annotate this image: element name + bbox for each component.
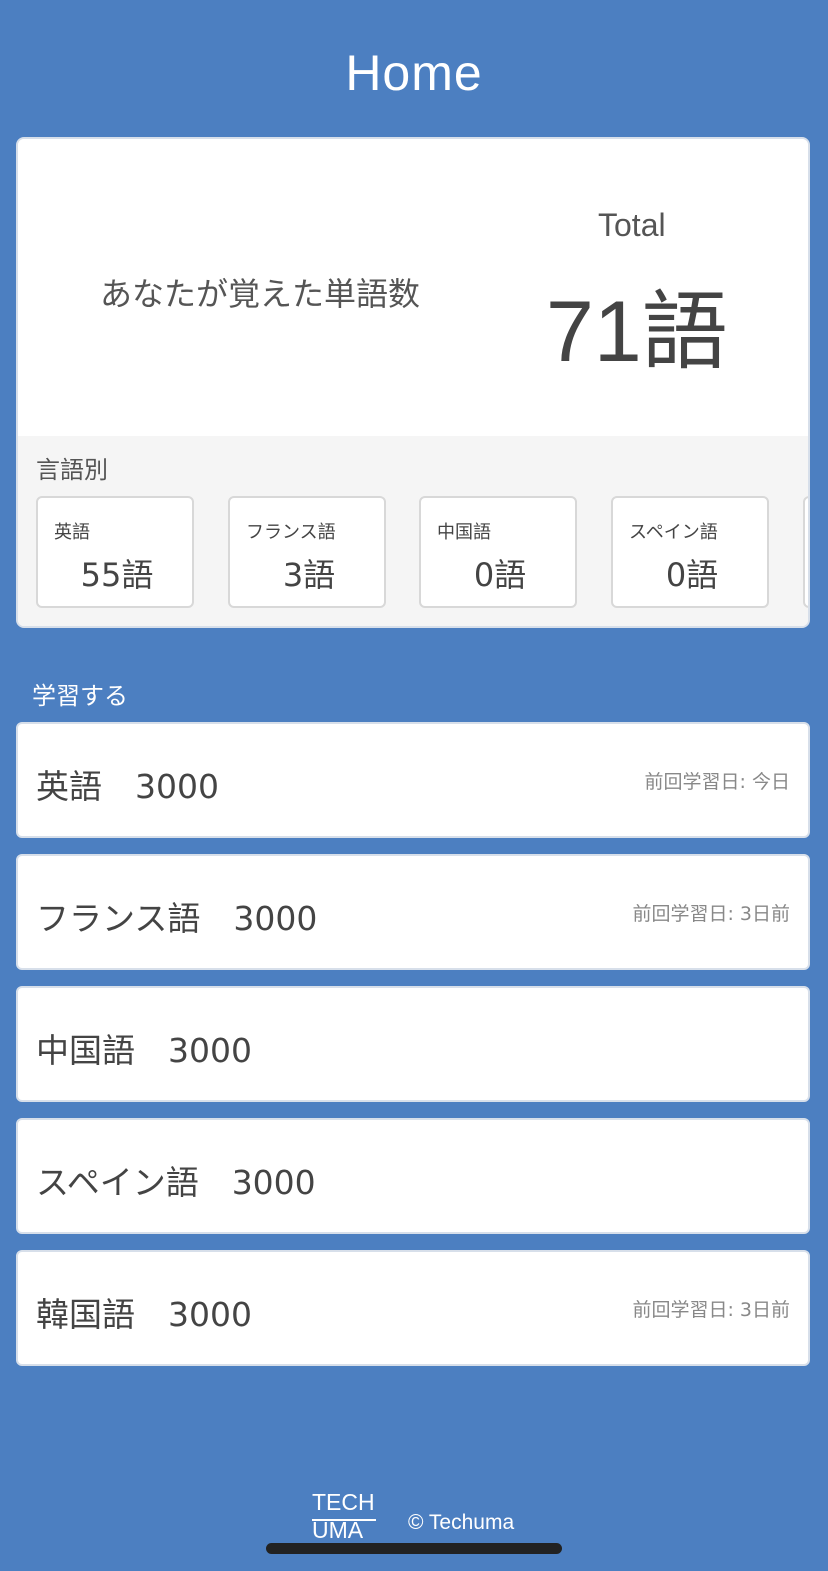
- course-row-korean[interactable]: 韓国語 3000 前回学習日: 3日前: [16, 1250, 810, 1366]
- page-title: Home: [345, 45, 483, 101]
- home-indicator[interactable]: [266, 1543, 562, 1554]
- learned-words-label: あなたが覚えた単語数: [100, 275, 421, 313]
- language-name: 中国語: [437, 522, 491, 543]
- logo-text-top: TECH: [312, 1489, 375, 1515]
- language-count-french: フランス語 3語: [228, 496, 386, 608]
- course-row-chinese[interactable]: 中国語 3000: [16, 986, 810, 1102]
- language-count: 3語: [282, 556, 336, 594]
- copyright-text: © Techuma: [408, 1511, 515, 1534]
- language-count-english: 英語 55語: [36, 496, 194, 608]
- last-studied-date: 前回学習日: 3日前: [632, 1299, 790, 1321]
- course-row-english[interactable]: 英語 3000 前回学習日: 今日: [16, 722, 810, 838]
- language-name: スペイン語: [629, 522, 718, 543]
- course-row-french[interactable]: フランス語 3000 前回学習日: 3日前: [16, 854, 810, 970]
- last-studied-date: 前回学習日: 今日: [644, 771, 790, 793]
- total-label: Total: [598, 207, 666, 243]
- language-count-next-partial: [803, 496, 808, 608]
- logo-divider: [312, 1519, 376, 1521]
- language-count: 0語: [665, 556, 719, 594]
- total-summary: あなたが覚えた単語数 Total 71語: [18, 139, 808, 436]
- course-name: 英語 3000: [36, 767, 219, 806]
- language-name: 英語: [54, 522, 90, 543]
- course-name: 韓国語 3000: [36, 1295, 252, 1334]
- summary-card: あなたが覚えた単語数 Total 71語 言語別 英語 55語 フランス語 3語…: [16, 137, 810, 628]
- language-name: フランス語: [246, 522, 336, 543]
- language-count: 55語: [80, 556, 154, 594]
- language-count-chinese: 中国語 0語: [419, 496, 577, 608]
- course-name: フランス語 3000: [36, 899, 318, 938]
- by-language-section: 言語別 英語 55語 フランス語 3語 中国語 0語 スペイン語 0語: [18, 436, 808, 626]
- language-count-spanish: スペイン語 0語: [611, 496, 769, 608]
- techuma-logo: TECH UMA: [312, 1488, 378, 1543]
- course-row-spanish[interactable]: スペイン語 3000: [16, 1118, 810, 1234]
- by-language-label: 言語別: [36, 456, 108, 484]
- study-section-label: 学習する: [32, 682, 128, 710]
- course-name: スペイン語 3000: [36, 1163, 316, 1202]
- course-name: 中国語 3000: [36, 1031, 252, 1070]
- total-value: 71語: [546, 284, 728, 380]
- language-count: 0語: [473, 556, 527, 594]
- last-studied-date: 前回学習日: 3日前: [632, 903, 790, 925]
